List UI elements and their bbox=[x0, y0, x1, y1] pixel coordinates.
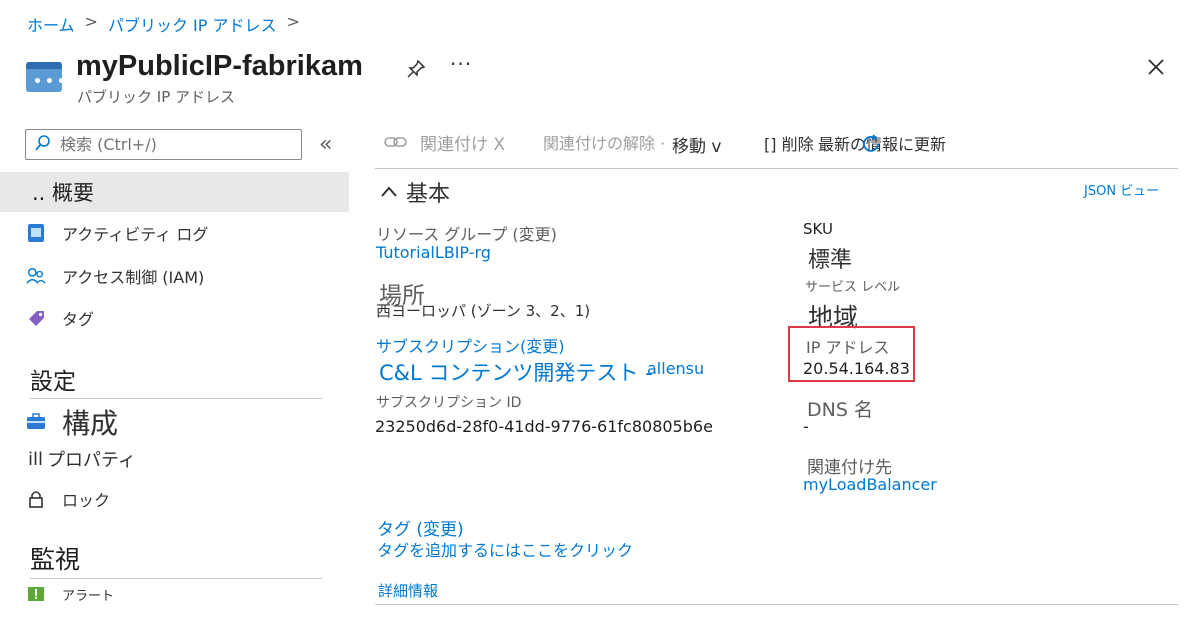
page-title: myPublicIP-fabrikam bbox=[76, 50, 363, 82]
sidebar-section-settings: 設定 bbox=[30, 362, 322, 399]
essentials-toggle[interactable]: 基本 bbox=[380, 176, 450, 208]
ip-address-label: IP アドレス bbox=[806, 338, 890, 357]
move-button[interactable]: 移動 v bbox=[672, 132, 721, 157]
people-icon bbox=[26, 266, 46, 286]
resource-group-link[interactable]: TutorialLBIP-rg bbox=[376, 243, 491, 262]
sidebar-item-label: アラート bbox=[62, 588, 115, 604]
add-tags-link[interactable]: タグを追加するにはここをクリック bbox=[377, 537, 633, 561]
sidebar-item-label: タグ bbox=[62, 310, 95, 329]
sidebar-item-label: 構成 bbox=[62, 407, 119, 440]
sidebar-item-activity-log[interactable]: アクティビティ ログ bbox=[26, 221, 208, 245]
breadcrumb-separator: > bbox=[84, 12, 98, 31]
refresh-button[interactable]: 最新の情報に更新 bbox=[818, 131, 946, 155]
json-view-link[interactable]: JSON ビュー bbox=[1084, 180, 1159, 199]
sidebar-item-access-control[interactable]: アクセス制御 (IAM) bbox=[26, 264, 204, 288]
resource-group-label: リソース グループ (変更) bbox=[376, 225, 557, 244]
subscription-link[interactable]: C&L コンテンツ開発テスト - bbox=[379, 357, 653, 387]
public-ip-resource-icon: ••• bbox=[26, 62, 62, 92]
breadcrumb: ホーム > パブリック IP アドレス > bbox=[27, 12, 300, 36]
sidebar-item-label: アクセス制御 (IAM) bbox=[62, 268, 205, 287]
properties-icon: ill bbox=[28, 448, 44, 470]
sidebar-item-configuration[interactable]: 構成 bbox=[26, 402, 118, 442]
subscription-id-value: 23250d6d-28f0-41dd-9776-61fc80805b6e bbox=[375, 417, 713, 436]
alert-icon bbox=[26, 584, 46, 604]
tier-label: サービス レベル bbox=[805, 280, 901, 295]
more-info-link[interactable]: 詳細情報 bbox=[378, 580, 438, 601]
search-box[interactable] bbox=[25, 129, 302, 160]
delete-button[interactable]: [] 削除 bbox=[764, 131, 814, 155]
essentials-bottom-divider bbox=[375, 604, 1178, 605]
toolbar-divider bbox=[375, 168, 1178, 169]
chevron-up-icon bbox=[380, 180, 398, 205]
subscription-owner-link[interactable]: allensu bbox=[647, 359, 704, 378]
search-icon bbox=[34, 134, 52, 156]
activity-log-icon bbox=[26, 223, 46, 243]
dissociate-button[interactable]: 関連付けの解除 · bbox=[543, 130, 665, 154]
page-subtitle: パブリック IP アドレス bbox=[77, 88, 236, 106]
location-value: 西ヨーロッパ (ゾーン 3、2、1) bbox=[376, 302, 591, 320]
lock-icon bbox=[26, 489, 46, 509]
tag-icon bbox=[26, 308, 46, 328]
sku-label: SKU bbox=[803, 220, 833, 238]
sku-value: 標準 bbox=[808, 248, 853, 273]
search-input[interactable] bbox=[60, 135, 290, 154]
sidebar-item-locks[interactable]: ロック bbox=[26, 487, 110, 511]
toolbox-icon bbox=[26, 412, 46, 432]
breadcrumb-home[interactable]: ホーム bbox=[27, 12, 75, 36]
essentials-header: 基本 bbox=[406, 182, 451, 207]
sidebar-section-monitoring: 監視 bbox=[30, 540, 322, 579]
subscription-label[interactable]: サブスクリプション(変更) bbox=[376, 333, 565, 357]
sidebar-item-properties[interactable]: ill プロパティ bbox=[28, 446, 136, 472]
pin-icon[interactable] bbox=[405, 58, 429, 82]
breadcrumb-public-ip[interactable]: パブリック IP アドレス bbox=[108, 12, 277, 36]
associate-button[interactable]: 関連付け X bbox=[420, 130, 505, 155]
more-options-button[interactable]: ··· bbox=[450, 52, 472, 76]
refresh-icon bbox=[860, 133, 882, 159]
sidebar-item-label: ロック bbox=[62, 491, 111, 510]
dns-name-value: - bbox=[803, 417, 809, 436]
close-icon[interactable] bbox=[1145, 56, 1169, 80]
associated-to-link[interactable]: myLoadBalancer bbox=[803, 475, 937, 494]
link-icon bbox=[384, 133, 408, 155]
sidebar-item-tags[interactable]: タグ bbox=[26, 306, 94, 330]
sidebar-item-label: アクティビティ ログ bbox=[62, 225, 209, 244]
sidebar-item-overview[interactable]: .. 概要 bbox=[0, 172, 349, 212]
collapse-sidebar-button[interactable]: « bbox=[319, 132, 332, 157]
subscription-id-label: サブスクリプション ID bbox=[376, 395, 522, 411]
breadcrumb-separator: > bbox=[286, 12, 300, 31]
sidebar-item-alerts[interactable]: アラート bbox=[26, 584, 114, 604]
sidebar-item-label: プロパティ bbox=[47, 450, 136, 471]
ip-address-value: 20.54.164.83 bbox=[803, 359, 910, 378]
dns-name-label: DNS 名 bbox=[807, 399, 873, 421]
